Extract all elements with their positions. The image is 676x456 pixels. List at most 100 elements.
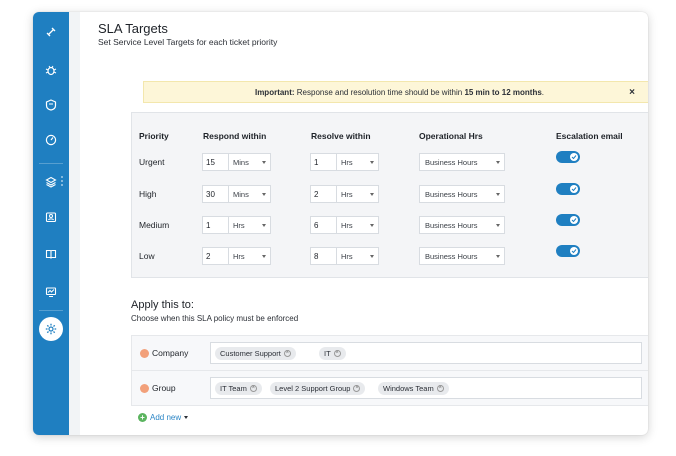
remove-tag-icon[interactable]: × [283,350,291,357]
chevron-down-icon [496,224,500,227]
tag-chip: IT Team × [215,382,262,395]
respond-unit-select[interactable]: Mins [228,153,271,171]
sidebar-item-reports[interactable] [33,277,69,307]
toggle-knob [570,185,578,193]
tag-label: Level 2 Support Group [275,384,351,393]
priority-label: High [139,189,157,199]
layers-icon [45,176,57,188]
alert-suffix: . [541,87,545,97]
priority-label: Medium [139,220,170,230]
shield-icon [45,99,57,111]
resolve-value-input[interactable]: 8 [310,247,336,265]
user-badge-icon [45,212,57,223]
gear-icon [45,323,57,335]
monitor-icon [45,287,57,297]
add-new-condition-button[interactable]: + Add new [138,413,189,422]
chevron-down-icon [262,193,266,196]
chevron-down-icon [496,193,500,196]
resolve-unit-select[interactable]: Hrs [336,216,379,234]
resolve-unit-value: Hrs [341,252,353,261]
respond-unit-select[interactable]: Mins [228,185,271,203]
remove-condition-icon[interactable] [140,384,149,393]
resolve-unit-select[interactable]: Hrs [336,153,379,171]
company-tags-input[interactable]: Customer Support × IT × [210,342,642,364]
page-subtitle: Set Service Level Targets for each ticke… [98,37,278,47]
add-new-label: Add new [150,413,182,422]
page-title: SLA Targets [98,21,168,36]
respond-value-input[interactable]: 15 [202,153,228,171]
sidebar-divider [39,310,63,311]
chevron-down-icon [370,224,374,227]
header-resolve-within: Resolve within [311,131,371,141]
alert-prefix: Important: [254,87,295,97]
sidebar-item-contacts[interactable] [33,202,69,232]
remove-tag-icon[interactable]: × [353,385,361,392]
tag-chip: Level 2 Support Group × [270,382,366,395]
condition-row-group: Group IT Team × Level 2 Support Group × Wi… [131,370,648,406]
remove-tag-icon[interactable]: × [249,385,257,392]
header-operational-hrs: Operational Hrs [419,131,483,141]
book-icon [45,249,57,259]
respond-value-input[interactable]: 1 [202,216,228,234]
chevron-down-icon [262,224,266,227]
remove-tag-icon[interactable]: × [436,385,444,392]
ticket-icon [46,27,56,37]
tag-chip: Customer Support × [215,347,296,360]
chevron-down-icon [370,255,374,258]
operational-hours-select[interactable]: Business Hours [419,153,505,171]
remove-condition-icon[interactable] [140,349,149,358]
resolve-unit-select[interactable]: Hrs [336,247,379,265]
resolve-value-input[interactable]: 6 [310,216,336,234]
sidebar-item-security[interactable] [33,90,69,120]
resolve-value-input[interactable]: 2 [310,185,336,203]
bug-icon [45,65,57,76]
sidebar [33,12,69,435]
group-tags-input[interactable]: IT Team × Level 2 Support Group × Windows … [210,377,642,399]
plus-circle-icon: + [138,413,147,422]
gauge-icon [45,134,57,146]
important-alert: Important: Response and resolution time … [143,81,648,103]
sla-targets-table: Priority Respond within Resolve within O… [131,112,648,278]
respond-unit-select[interactable]: Hrs [228,216,271,234]
condition-name: Group [152,383,176,393]
toggle-knob [570,247,578,255]
escalation-email-toggle[interactable] [556,245,580,257]
apply-section-subtitle: Choose when this SLA policy must be enfo… [131,314,299,323]
sidebar-item-dashboard[interactable] [33,125,69,155]
close-icon[interactable]: × [629,87,635,98]
sidebar-gutter [69,12,80,435]
respond-unit-value: Hrs [233,221,245,230]
chevron-down-icon [496,255,500,258]
escalation-email-toggle[interactable] [556,151,580,163]
remove-tag-icon[interactable]: × [333,350,341,357]
check-icon [571,249,577,254]
sidebar-item-admin[interactable] [39,317,63,341]
respond-value-input[interactable]: 30 [202,185,228,203]
operational-hours-select[interactable]: Business Hours [419,247,505,265]
respond-unit-value: Hrs [233,252,245,261]
chevron-down-icon [262,161,266,164]
sidebar-divider [39,163,63,164]
escalation-email-toggle[interactable] [556,183,580,195]
header-respond-within: Respond within [203,131,267,141]
alert-range: 15 min to 12 months [464,87,542,97]
toggle-knob [570,153,578,161]
more-dots-icon[interactable] [61,176,64,186]
escalation-email-toggle[interactable] [556,214,580,226]
tag-label: Customer Support [220,349,281,358]
operational-hours-value: Business Hours [425,190,478,199]
sidebar-item-tickets[interactable] [33,17,69,47]
resolve-unit-select[interactable]: Hrs [336,185,379,203]
operational-hours-select[interactable]: Business Hours [419,216,505,234]
respond-value-input[interactable]: 2 [202,247,228,265]
resolve-value-input[interactable]: 1 [310,153,336,171]
tag-label: IT [324,349,331,358]
sidebar-item-solutions[interactable] [33,239,69,269]
operational-hours-select[interactable]: Business Hours [419,185,505,203]
operational-hours-value: Business Hours [425,158,478,167]
priority-label: Low [139,251,155,261]
respond-unit-select[interactable]: Hrs [228,247,271,265]
caret-down-icon [184,416,189,419]
sidebar-item-problems[interactable] [33,55,69,85]
operational-hours-value: Business Hours [425,221,478,230]
